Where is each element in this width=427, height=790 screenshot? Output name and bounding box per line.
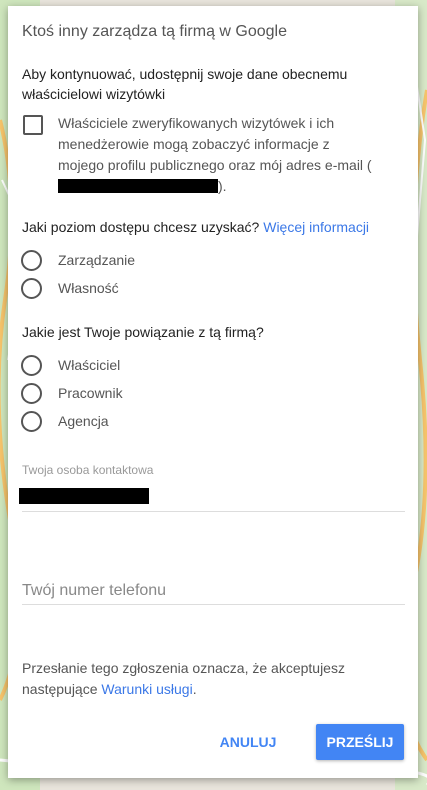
radio-employee[interactable]: [21, 383, 42, 404]
contact-field-underline: [22, 511, 405, 512]
dialog-title: Ktoś inny zarządza tą firmą w Google: [22, 23, 288, 40]
access-question-text: Jaki poziom dostępu chcesz uzyskać?: [22, 219, 260, 235]
terms-end: .: [192, 681, 197, 697]
radio-manage[interactable]: [21, 250, 42, 271]
radio-agency-label[interactable]: Agencja: [58, 413, 109, 429]
relation-question: Jakie jest Twoje powiązanie z tą firmą?: [22, 324, 264, 340]
share-data-heading: Aby kontynuować, udostępnij swoje dane o…: [22, 66, 348, 102]
radio-employee-label[interactable]: Pracownik: [58, 385, 123, 401]
contact-field-input[interactable]: [19, 488, 149, 504]
radio-ownership[interactable]: [21, 278, 42, 299]
radio-owner[interactable]: [21, 355, 42, 376]
radio-manage-label[interactable]: Zarządzanie: [58, 252, 135, 268]
terms-notice: Przesłanie tego zgłoszenia oznacza, że a…: [22, 658, 402, 700]
radio-owner-label[interactable]: Właściciel: [58, 357, 120, 373]
share-data-checkbox-label: Właściciele zweryfikowanych wizytówek i …: [58, 113, 378, 197]
redacted-email: [58, 179, 218, 193]
claim-business-dialog: Ktoś inny zarządza tą firmą w Google Aby…: [8, 6, 418, 778]
cancel-button[interactable]: ANULUJ: [211, 724, 285, 760]
terms-of-service-link[interactable]: Warunki usługi: [101, 681, 192, 697]
submit-button[interactable]: PRZEŚLIJ: [316, 724, 404, 760]
access-level-question: Jaki poziom dostępu chcesz uzyskać? Więc…: [22, 217, 369, 237]
checkbox-text-before: Właściciele zweryfikowanych wizytówek i …: [58, 115, 372, 173]
phone-field-underline: [22, 604, 405, 605]
radio-ownership-label[interactable]: Własność: [58, 280, 119, 296]
checkbox-text-after: ).: [218, 178, 227, 194]
radio-agency[interactable]: [21, 411, 42, 432]
contact-field-label: Twoja osoba kontaktowa: [22, 463, 154, 477]
more-info-link[interactable]: Więcej informacji: [263, 219, 369, 235]
phone-number-input[interactable]: Twój numer telefonu: [22, 582, 166, 600]
share-data-checkbox[interactable]: [23, 115, 43, 135]
